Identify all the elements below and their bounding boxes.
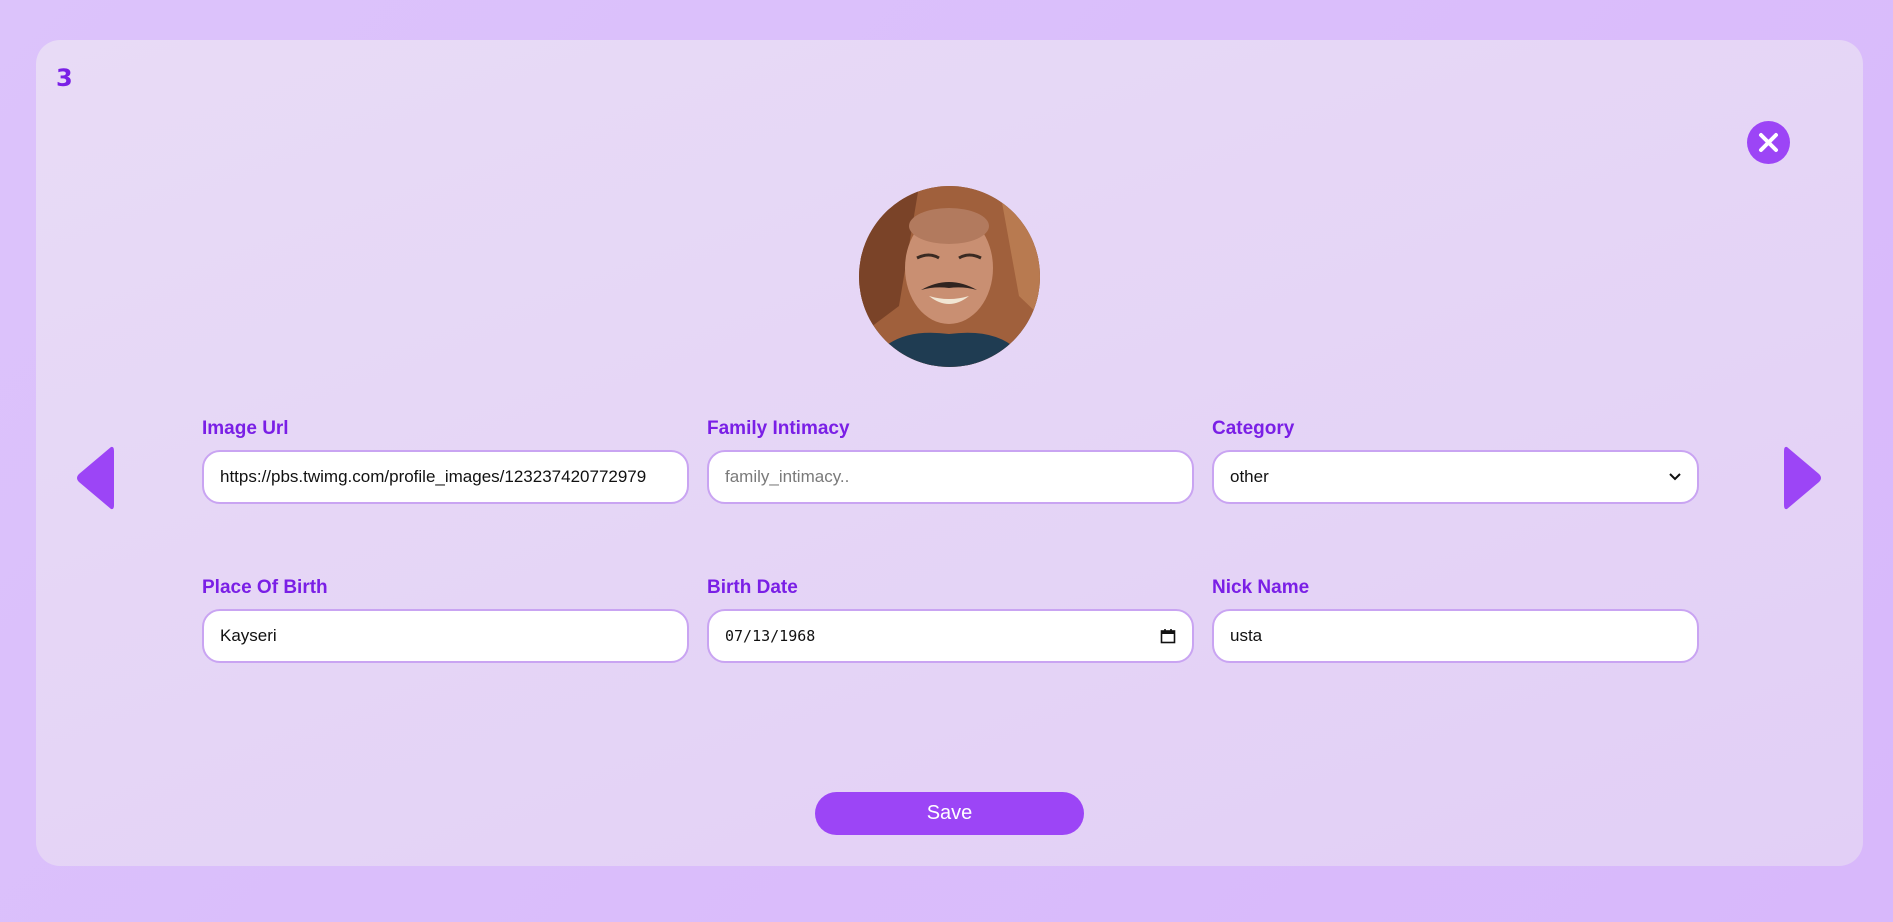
category-label: Category xyxy=(1212,418,1295,439)
place-of-birth-input[interactable]: Kayseri xyxy=(202,609,689,663)
calendar-icon[interactable] xyxy=(1160,628,1176,644)
next-button[interactable] xyxy=(1781,445,1825,516)
family-intimacy-label: Family Intimacy xyxy=(707,418,850,439)
birth-date-input[interactable]: 07/13/1968 xyxy=(707,609,1194,663)
category-select[interactable]: other xyxy=(1212,450,1699,504)
birth-date-label: Birth Date xyxy=(707,577,798,598)
family-intimacy-field: Family Intimacy family_intimacy.. xyxy=(707,418,1194,504)
nick-name-input[interactable]: usta xyxy=(1212,609,1699,663)
place-of-birth-label: Place Of Birth xyxy=(202,577,328,598)
birth-date-value: 07/13/1968 xyxy=(725,627,816,645)
save-button[interactable]: Save xyxy=(815,792,1084,835)
image-url-field: Image Url https://pbs.twimg.com/profile_… xyxy=(202,418,689,504)
arrow-left-icon xyxy=(77,446,114,510)
nick-name-label: Nick Name xyxy=(1212,577,1310,598)
page-number: 3 xyxy=(56,64,73,92)
chevron-down-icon xyxy=(1669,473,1681,481)
previous-button[interactable] xyxy=(73,445,117,516)
birth-date-field: Birth Date 07/13/1968 xyxy=(707,577,1194,663)
category-selected-value: other xyxy=(1230,467,1269,486)
image-url-label: Image Url xyxy=(202,418,289,439)
category-field: Category other xyxy=(1212,418,1699,504)
avatar xyxy=(859,186,1040,367)
close-button[interactable] xyxy=(1747,121,1790,164)
image-url-input[interactable]: https://pbs.twimg.com/profile_images/123… xyxy=(202,450,689,504)
family-intimacy-input[interactable]: family_intimacy.. xyxy=(707,450,1194,504)
nick-name-field: Nick Name usta xyxy=(1212,577,1699,663)
profile-card: 3 Image Url https://pbs.twimg.com/profil… xyxy=(36,40,1863,866)
close-icon xyxy=(1759,133,1778,152)
place-of-birth-field: Place Of Birth Kayseri xyxy=(202,577,689,663)
arrow-right-icon xyxy=(1784,446,1821,510)
